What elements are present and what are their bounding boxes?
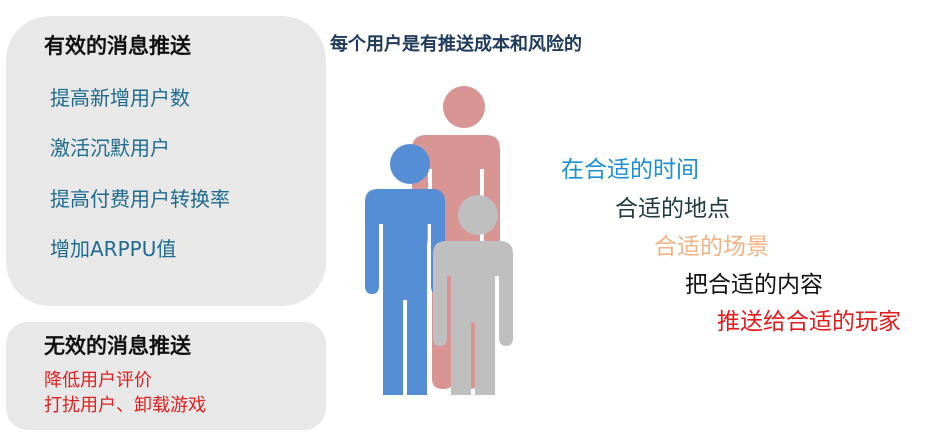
phrase-place: 合适的地点	[615, 196, 730, 222]
effective-item: 激活沉默用户	[50, 136, 170, 160]
ineffective-item: 打扰用户、卸载游戏	[44, 395, 206, 416]
people-figures	[365, 86, 513, 395]
effective-push-title: 有效的消息推送	[44, 33, 191, 58]
effective-item: 提高新增用户数	[50, 86, 190, 110]
ineffective-push-title: 无效的消息推送	[44, 333, 191, 358]
effective-item: 提高付费用户转换率	[50, 187, 230, 211]
phrase-content: 把合适的内容	[685, 272, 823, 298]
effective-push-panel: 有效的消息推送 提高新增用户数 激活沉默用户 提高付费用户转换率 增加ARPPU…	[6, 16, 326, 306]
phrase-scene: 合适的场景	[654, 234, 769, 260]
ineffective-push-panel: 无效的消息推送 降低用户评价 打扰用户、卸载游戏	[6, 322, 326, 430]
phrase-player: 推送给合适的玩家	[717, 309, 901, 335]
effective-item: 增加ARPPU值	[50, 237, 177, 261]
phrase-time: 在合适的时间	[561, 157, 699, 183]
ineffective-item: 降低用户评价	[44, 370, 152, 391]
headline: 每个用户是有推送成本和风险的	[330, 34, 582, 55]
